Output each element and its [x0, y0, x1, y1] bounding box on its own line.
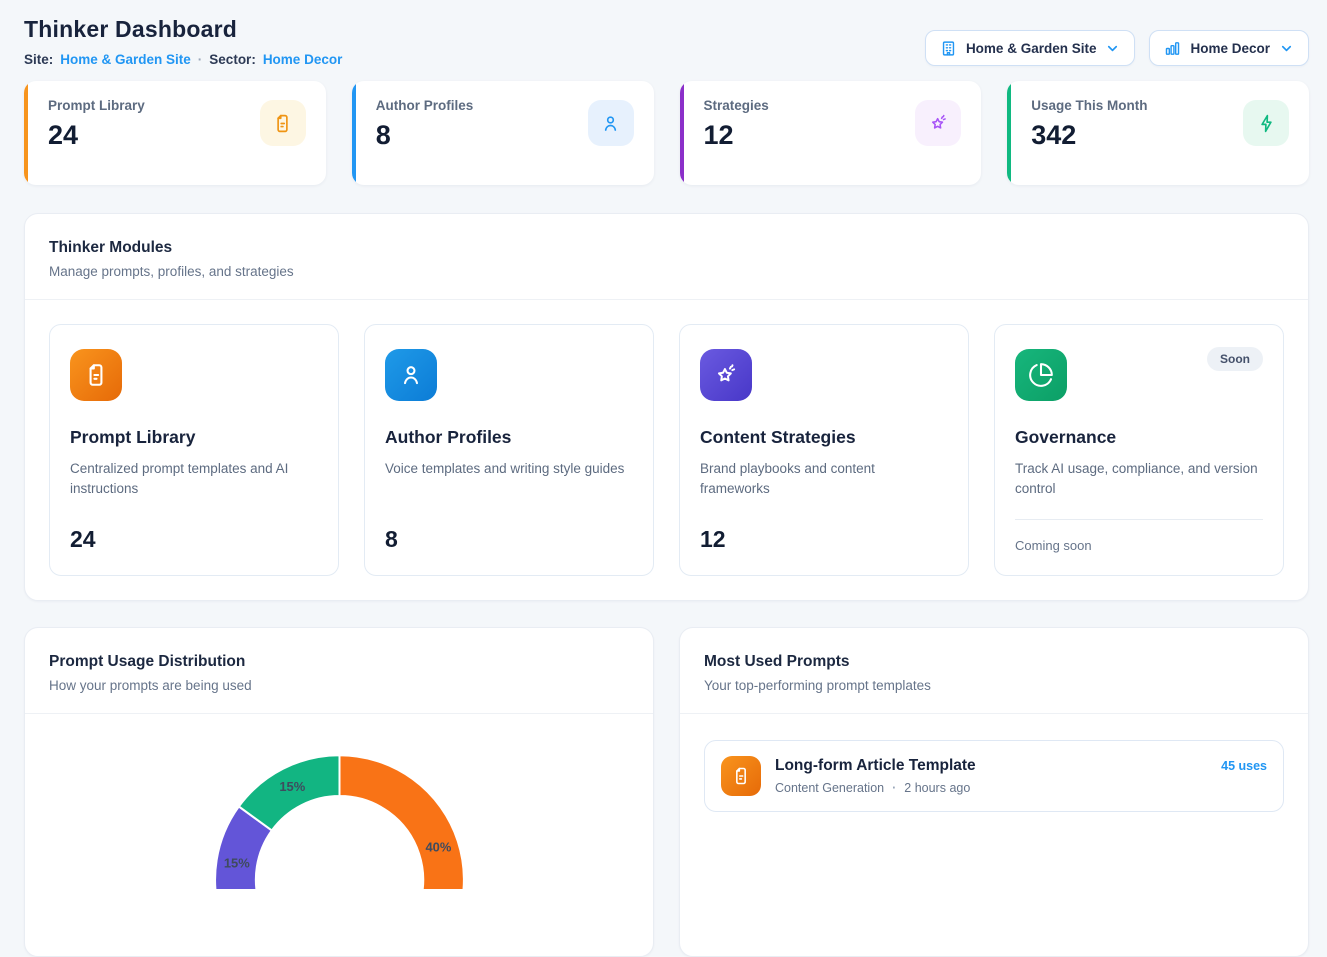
usage-panel-title: Prompt Usage Distribution — [49, 653, 629, 671]
pie-chart-icon — [1015, 349, 1067, 401]
most-used-prompts-panel: Most Used Prompts Your top-performing pr… — [679, 627, 1309, 957]
prompts-panel-subtitle: Your top-performing prompt templates — [704, 678, 1284, 693]
module-count: 12 — [700, 526, 948, 553]
sector-selector-dropdown[interactable]: Home Decor — [1149, 30, 1309, 66]
prompts-panel-title: Most Used Prompts — [704, 653, 1284, 671]
usage-panel-header: Prompt Usage Distribution How your promp… — [25, 628, 653, 713]
document-icon — [721, 756, 761, 796]
stat-value: 12 — [704, 122, 769, 149]
meta-separator: · — [892, 781, 896, 795]
stat-text: Prompt Library 24 — [48, 98, 145, 149]
stat-accent-bar — [24, 81, 28, 185]
header-controls: Home & Garden Site Home Decor — [925, 30, 1309, 66]
module-count: 8 — [385, 526, 633, 553]
module-count: 24 — [70, 526, 318, 553]
prompt-item-time: 2 hours ago — [904, 781, 970, 795]
prompt-item-title: Long-form Article Template — [775, 757, 1207, 775]
document-icon — [260, 100, 306, 146]
prompt-item-meta: Content Generation · 2 hours ago — [775, 781, 1207, 795]
donut-segment-label: 40% — [425, 839, 451, 854]
module-title: Content Strategies — [700, 427, 948, 448]
document-icon — [70, 349, 122, 401]
page-title: Thinker Dashboard — [24, 16, 342, 43]
stat-text: Author Profiles 8 — [376, 98, 474, 149]
building-icon — [940, 40, 957, 57]
modules-panel-title: Thinker Modules — [49, 239, 1284, 257]
star-icon — [700, 349, 752, 401]
donut-segment-label: 15% — [279, 779, 305, 794]
stat-value: 24 — [48, 122, 145, 149]
site-selector-dropdown[interactable]: Home & Garden Site — [925, 30, 1136, 66]
stat-card-author-profiles: Author Profiles 8 — [352, 81, 654, 185]
thinker-modules-panel: Thinker Modules Manage prompts, profiles… — [24, 213, 1309, 601]
bar-chart-icon — [1164, 40, 1181, 57]
prompt-item-uses-badge: 45 uses — [1221, 759, 1267, 773]
stat-label: Author Profiles — [376, 98, 474, 113]
sector-link[interactable]: Home Decor — [263, 52, 343, 67]
modules-panel-subtitle: Manage prompts, profiles, and strategies — [49, 264, 1284, 279]
usage-donut[interactable]: 40%30%15%15% — [25, 714, 653, 889]
module-card-prompt-library[interactable]: Prompt Library Centralized prompt templa… — [49, 324, 339, 576]
prompts-panel-header: Most Used Prompts Your top-performing pr… — [680, 628, 1308, 713]
breadcrumb: Site: Home & Garden Site · Sector: Home … — [24, 52, 342, 67]
usage-panel-subtitle: How your prompts are being used — [49, 678, 629, 693]
stat-card-usage: Usage This Month 342 — [1007, 81, 1309, 185]
usage-distribution-panel: Prompt Usage Distribution How your promp… — [24, 627, 654, 957]
module-description: Centralized prompt templates and AI inst… — [70, 459, 318, 500]
module-description: Voice templates and writing style guides — [385, 459, 633, 479]
stat-card-prompt-library: Prompt Library 24 — [24, 81, 326, 185]
module-description: Brand playbooks and content frameworks — [700, 459, 948, 500]
lightning-icon — [1243, 100, 1289, 146]
module-grid: Prompt Library Centralized prompt templa… — [25, 300, 1308, 600]
module-title: Prompt Library — [70, 427, 318, 448]
breadcrumb-separator: · — [198, 52, 203, 67]
page-header: Thinker Dashboard Site: Home & Garden Si… — [24, 16, 1309, 67]
module-description: Track AI usage, compliance, and version … — [1015, 459, 1263, 500]
dashboard-page: Thinker Dashboard Site: Home & Garden Si… — [0, 0, 1327, 957]
stat-label: Strategies — [704, 98, 769, 113]
soon-badge: Soon — [1207, 347, 1263, 371]
coming-soon-note: Coming soon — [1015, 519, 1263, 553]
donut-segment-segment-orange[interactable] — [339, 755, 463, 889]
stat-value: 342 — [1031, 122, 1147, 149]
stat-label: Usage This Month — [1031, 98, 1147, 113]
module-title: Author Profiles — [385, 427, 633, 448]
bottom-row: Prompt Usage Distribution How your promp… — [24, 627, 1309, 957]
stat-accent-bar — [1007, 81, 1011, 185]
site-label: Site: — [24, 52, 53, 67]
prompt-item-text: Long-form Article Template Content Gener… — [775, 757, 1207, 795]
stat-label: Prompt Library — [48, 98, 145, 113]
site-selector-label: Home & Garden Site — [966, 41, 1097, 56]
donut-segment-label: 15% — [224, 855, 250, 870]
sector-label: Sector: — [209, 52, 256, 67]
header-left: Thinker Dashboard Site: Home & Garden Si… — [24, 16, 342, 67]
user-icon — [385, 349, 437, 401]
module-card-author-profiles[interactable]: Author Profiles Voice templates and writ… — [364, 324, 654, 576]
module-title: Governance — [1015, 427, 1263, 448]
stats-row: Prompt Library 24 Author Profiles 8 — [24, 81, 1309, 185]
prompt-item-category: Content Generation — [775, 781, 884, 795]
module-card-content-strategies[interactable]: Content Strategies Brand playbooks and c… — [679, 324, 969, 576]
chevron-down-icon — [1105, 41, 1120, 56]
usage-donut-chart[interactable]: 40%30%15%15% — [25, 714, 653, 894]
chevron-down-icon — [1279, 41, 1294, 56]
stat-text: Strategies 12 — [704, 98, 769, 149]
sector-selector-label: Home Decor — [1190, 41, 1270, 56]
stat-accent-bar — [680, 81, 684, 185]
stat-card-strategies: Strategies 12 — [680, 81, 982, 185]
site-link[interactable]: Home & Garden Site — [60, 52, 191, 67]
modules-panel-header: Thinker Modules Manage prompts, profiles… — [25, 214, 1308, 299]
prompt-list: Long-form Article Template Content Gener… — [680, 714, 1308, 838]
user-icon — [588, 100, 634, 146]
module-card-governance[interactable]: Soon Governance Track AI usage, complian… — [994, 324, 1284, 576]
star-icon — [915, 100, 961, 146]
stat-text: Usage This Month 342 — [1031, 98, 1147, 149]
prompt-list-item[interactable]: Long-form Article Template Content Gener… — [704, 740, 1284, 812]
stat-value: 8 — [376, 122, 474, 149]
stat-accent-bar — [352, 81, 356, 185]
